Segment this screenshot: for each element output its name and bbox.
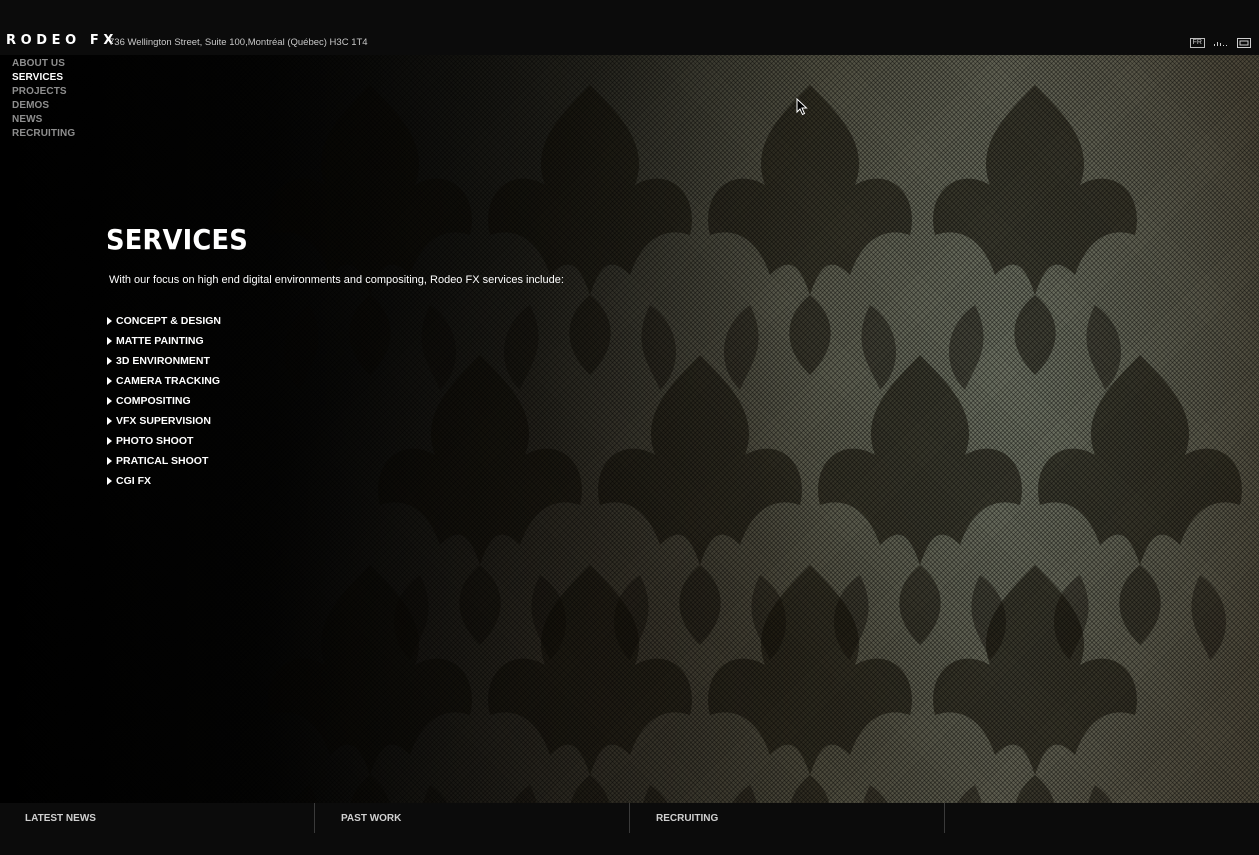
arrow-right-icon (107, 377, 112, 385)
arrow-right-icon (107, 437, 112, 445)
service-item-3d-environment[interactable]: 3D ENVIRONMENT (106, 351, 564, 371)
service-item-matte-painting[interactable]: MATTE PAINTING (106, 331, 564, 351)
service-item-photo-shoot[interactable]: PHOTO SHOOT (106, 431, 564, 451)
nav-item-demos[interactable]: DEMOS (12, 99, 75, 113)
services-list: CONCEPT & DESIGN MATTE PAINTING 3D ENVIR… (106, 311, 564, 491)
arrow-right-icon (107, 417, 112, 425)
footer-recruiting[interactable]: RECRUITING (630, 803, 945, 833)
arrow-right-icon (107, 317, 112, 325)
nav-item-news[interactable]: NEWS (12, 113, 75, 127)
footer-label: LATEST NEWS (25, 813, 96, 824)
service-item-pratical-shoot[interactable]: PRATICAL SHOOT (106, 451, 564, 471)
service-label: 3D ENVIRONMENT (116, 355, 210, 367)
header: RODEO FX 736 Wellington Street, Suite 10… (0, 0, 1259, 55)
service-item-vfx-supervision[interactable]: VFX SUPERVISION (106, 411, 564, 431)
service-label: PRATICAL SHOOT (116, 455, 209, 467)
service-label: VFX SUPERVISION (116, 415, 211, 427)
nav-item-about-us[interactable]: ABOUT US (12, 57, 75, 71)
service-item-cgi-fx[interactable]: CGI FX (106, 471, 564, 491)
footer-latest-news[interactable]: LATEST NEWS (0, 803, 315, 833)
sound-icon[interactable] (1213, 39, 1229, 47)
service-label: MATTE PAINTING (116, 335, 204, 347)
arrow-right-icon (107, 357, 112, 365)
page: RODEO FX 736 Wellington Street, Suite 10… (0, 0, 1259, 855)
services-content: SERVICES With our focus on high end digi… (106, 220, 564, 491)
service-label: PHOTO SHOOT (116, 435, 194, 447)
service-label: CAMERA TRACKING (116, 375, 221, 387)
fullscreen-icon[interactable] (1237, 38, 1251, 48)
arrow-right-icon (107, 457, 112, 465)
nav-item-recruiting[interactable]: RECRUITING (12, 127, 75, 141)
footer-empty-cell (945, 803, 1259, 833)
main-nav: ABOUT US SERVICES PROJECTS DEMOS NEWS RE… (12, 57, 75, 141)
language-icon[interactable]: FR (1189, 38, 1205, 48)
header-icons: FR (1189, 38, 1251, 48)
service-label: CONCEPT & DESIGN (116, 315, 222, 327)
intro-text: With our focus on high end digital envir… (109, 274, 564, 286)
footer-label: PAST WORK (341, 813, 402, 824)
page-title: SERVICES (106, 223, 249, 256)
arrow-right-icon (107, 337, 112, 345)
arrow-right-icon (107, 477, 112, 485)
footer: LATEST NEWS PAST WORK RECRUITING (0, 803, 1259, 855)
mouse-cursor-icon (796, 97, 808, 121)
service-item-compositing[interactable]: COMPOSITING (106, 391, 564, 411)
service-item-concept-design[interactable]: CONCEPT & DESIGN (106, 311, 564, 331)
arrow-right-icon (107, 397, 112, 405)
service-label: COMPOSITING (116, 395, 191, 407)
footer-bar: LATEST NEWS PAST WORK RECRUITING (0, 803, 1259, 833)
service-item-camera-tracking[interactable]: CAMERA TRACKING (106, 371, 564, 391)
footer-past-work[interactable]: PAST WORK (315, 803, 630, 833)
address-text: 736 Wellington Street, Suite 100,Montréa… (109, 37, 368, 48)
nav-item-projects[interactable]: PROJECTS (12, 85, 75, 99)
rodeo-fx-logo[interactable]: RODEO FX (6, 33, 118, 48)
service-label: CGI FX (116, 475, 152, 487)
footer-label: RECRUITING (656, 813, 719, 824)
nav-item-services[interactable]: SERVICES (12, 71, 75, 85)
